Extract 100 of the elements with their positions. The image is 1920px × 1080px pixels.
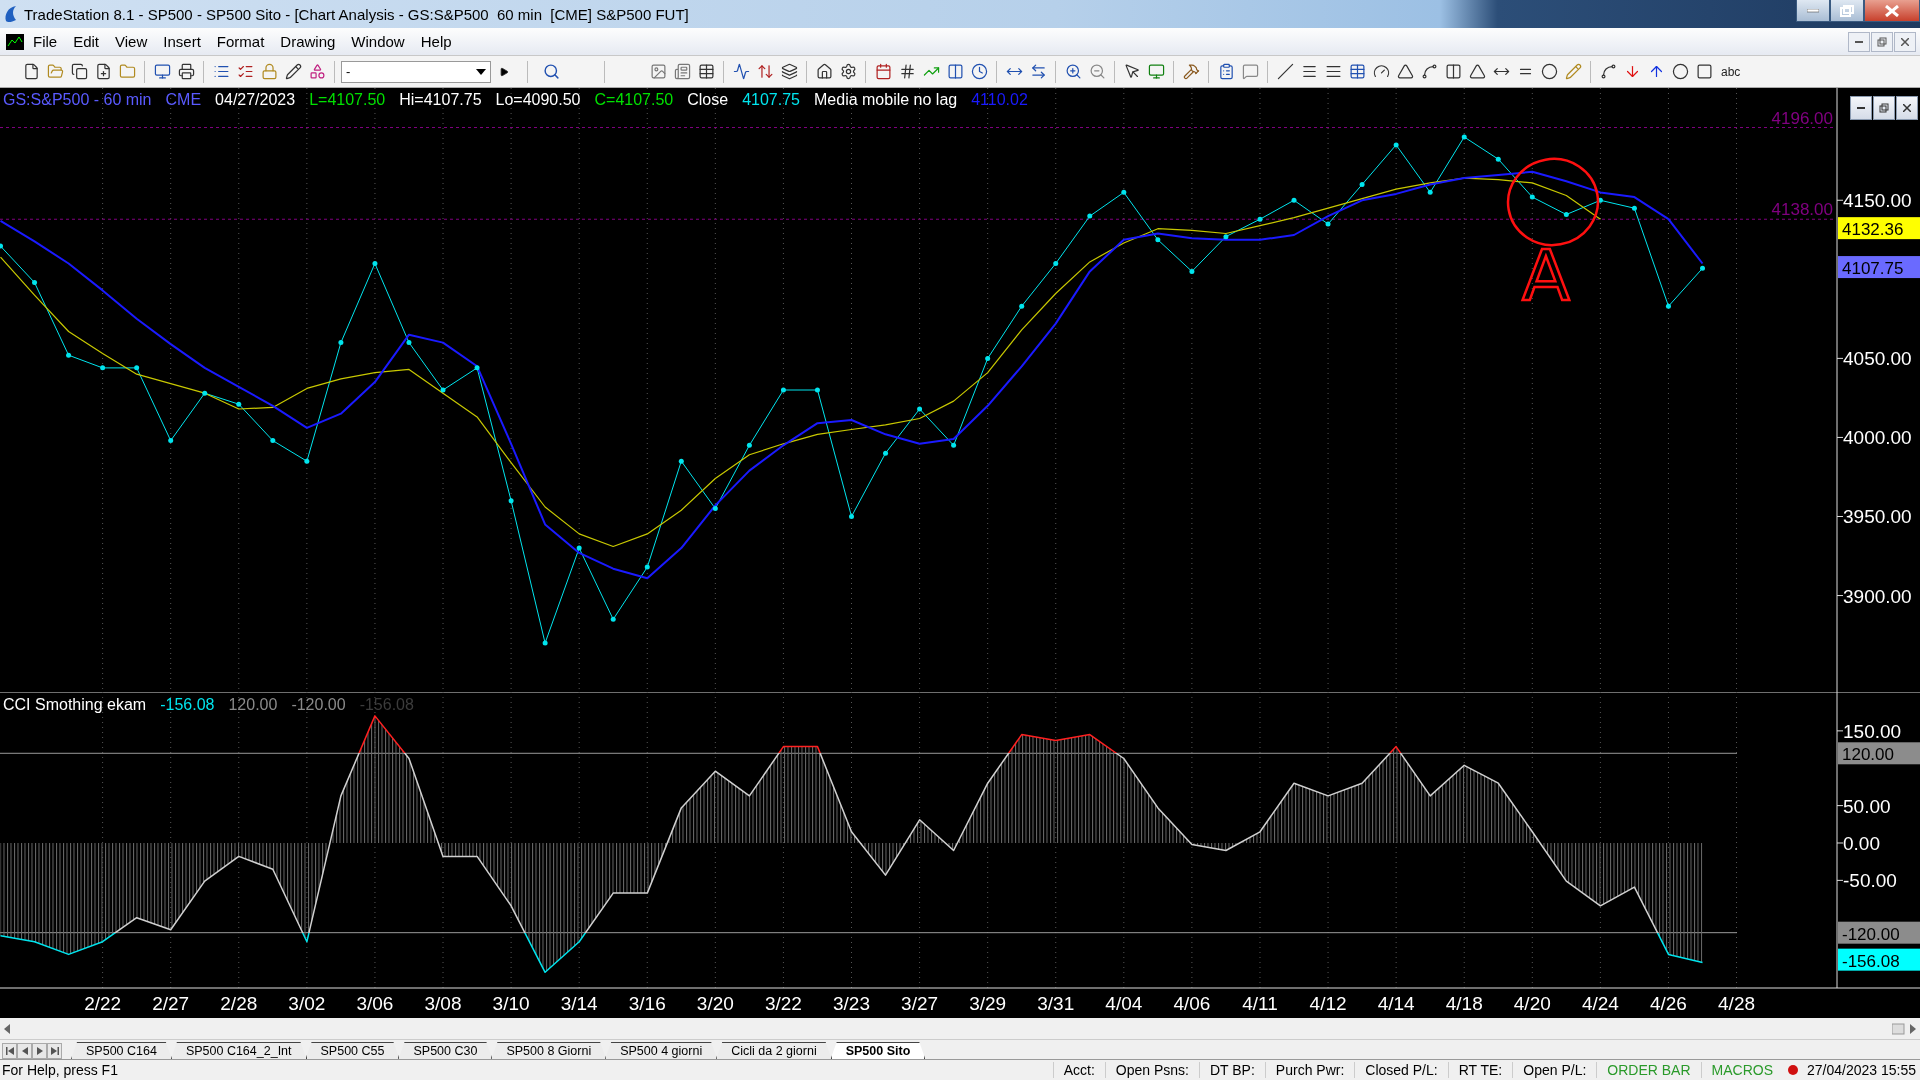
- axis-tick-label: 3950.00: [1836, 506, 1912, 528]
- first-tab-icon[interactable]: [2, 1043, 17, 1059]
- price-point: [1359, 181, 1365, 187]
- axis-price-label: 120.00: [1838, 742, 1920, 765]
- series-value: 4107.75: [742, 91, 800, 109]
- price-point: [712, 506, 718, 512]
- sheet-tab[interactable]: SP500 8 Giorni: [491, 1042, 607, 1059]
- price-point: [1597, 197, 1603, 203]
- price-point: [1665, 303, 1671, 309]
- close-button[interactable]: [1864, 0, 1920, 22]
- minimize-button[interactable]: [1850, 96, 1872, 120]
- series-name: Media mobile no lag: [814, 91, 958, 109]
- maximize-button[interactable]: [1830, 0, 1864, 22]
- date-axis-label: 2/27: [152, 993, 190, 1014]
- price-point: [338, 340, 344, 346]
- window-title: TradeStation 8.1 - SP500 - SP500 Sito - [Chart Analysis - GS:S&P500 60 min [CME] S&P500 FUT]: [24, 5, 690, 23]
- axis-tick-label: 50.00: [1836, 795, 1891, 817]
- header-value: C=4107.50: [594, 91, 674, 109]
- next-tab-icon[interactable]: [32, 1043, 47, 1059]
- price-point: [1291, 197, 1297, 203]
- menu-item[interactable]: Window: [344, 31, 412, 52]
- price-point: [1053, 261, 1059, 266]
- status-datetime: 27/04/2023 15:55: [1806, 1062, 1917, 1078]
- indicator-name: CCI Smothing ekam: [3, 696, 147, 714]
- restore-button[interactable]: [1873, 96, 1895, 120]
- price-point: [1223, 234, 1229, 240]
- price-point: [610, 616, 616, 622]
- header-value: GS:S&P500 - 60 min: [3, 91, 152, 109]
- axis-price-label: -156.08: [1838, 948, 1920, 971]
- minimize-icon: [1855, 40, 1863, 43]
- previous-tab-icon[interactable]: [17, 1043, 32, 1059]
- sheet-tab[interactable]: SP500 Sito: [830, 1042, 926, 1059]
- scroll-right-icon[interactable]: [1892, 1022, 1916, 1035]
- menu-item[interactable]: Insert: [156, 31, 208, 52]
- restore-icon: [1879, 103, 1889, 113]
- date-axis-label: 3/02: [288, 993, 326, 1014]
- price-point: [1427, 189, 1433, 195]
- price-point: [576, 545, 582, 551]
- price-point: [134, 365, 140, 371]
- price-point: [474, 365, 480, 371]
- caret-icon: [476, 68, 486, 75]
- legend-value: -156.08: [160, 696, 215, 714]
- sheet-tab[interactable]: SP500 C55: [305, 1042, 400, 1059]
- minimize-button[interactable]: [1848, 31, 1870, 52]
- price-point: [1155, 237, 1161, 243]
- close-button[interactable]: [1894, 31, 1916, 52]
- menu-item[interactable]: File: [26, 31, 65, 52]
- price-point: [168, 438, 174, 444]
- axis-price-label: 4132.36: [1838, 217, 1920, 240]
- price-point: [66, 352, 72, 358]
- header-value: 04/27/2023: [215, 91, 296, 109]
- price-point: [202, 390, 208, 396]
- price-point: [1700, 265, 1705, 271]
- sheet-tab[interactable]: SP500 C30: [398, 1042, 493, 1059]
- date-axis-label: 3/06: [356, 993, 394, 1014]
- y-tick-label: 0.00: [1843, 832, 1880, 854]
- price-point: [1189, 268, 1195, 274]
- minimize-icon: [1807, 8, 1819, 13]
- axis-tick-label: 4000.00: [1836, 427, 1912, 449]
- close-button[interactable]: [1896, 96, 1918, 120]
- series-name: Close: [687, 91, 729, 109]
- date-axis-label: 4/06: [1173, 993, 1211, 1014]
- scroll-left-icon[interactable]: [4, 1023, 12, 1034]
- series-value: 4110.02: [971, 91, 1028, 109]
- symbol-dropdown[interactable]: -: [341, 60, 491, 83]
- date-axis-label: 3/31: [1037, 993, 1075, 1014]
- price-point: [849, 514, 854, 519]
- date-axis-label: 4/28: [1718, 993, 1756, 1014]
- text-tool-button[interactable]: abc: [1717, 59, 1745, 84]
- date-axis-label: 3/20: [696, 993, 734, 1014]
- price-point: [780, 387, 786, 393]
- sheet-tab[interactable]: Cicli da 2 giorni: [716, 1042, 832, 1059]
- price-point: [951, 442, 957, 448]
- minimize-icon: [1857, 107, 1865, 109]
- restore-button[interactable]: [1871, 31, 1893, 52]
- menu-item[interactable]: View: [108, 31, 155, 52]
- axis-tick-label: 150.00: [1836, 720, 1902, 742]
- price-point: [100, 365, 106, 371]
- price-point: [1087, 213, 1093, 219]
- help-text: For Help, press F1: [1, 1062, 119, 1078]
- price-point: [1121, 189, 1127, 195]
- close-icon: [1903, 104, 1911, 112]
- menu-item[interactable]: Format: [209, 31, 272, 52]
- menu-item[interactable]: Help: [413, 31, 459, 52]
- status-field: RT TE:: [1447, 1062, 1513, 1078]
- date-axis-label: 3/23: [833, 993, 870, 1014]
- minimize-button[interactable]: [1796, 0, 1830, 22]
- date-axis-label: 4/18: [1445, 993, 1483, 1014]
- sheet-tab[interactable]: SP500 C164: [71, 1042, 172, 1059]
- price-point: [678, 458, 684, 464]
- sheet-tab[interactable]: SP500 C164_2_Int: [170, 1042, 307, 1059]
- last-tab-icon[interactable]: [47, 1043, 62, 1059]
- date-axis-label: 2/22: [84, 993, 122, 1014]
- header-value: Lo=4090.50: [495, 91, 581, 109]
- price-point: [1325, 221, 1331, 227]
- sheet-tab[interactable]: SP500 4 giorni: [605, 1042, 718, 1059]
- menu-item[interactable]: Drawing: [273, 31, 343, 52]
- price-point: [1529, 194, 1535, 200]
- menu-item[interactable]: Edit: [66, 31, 107, 52]
- status-field: Closed P/L:: [1354, 1062, 1448, 1078]
